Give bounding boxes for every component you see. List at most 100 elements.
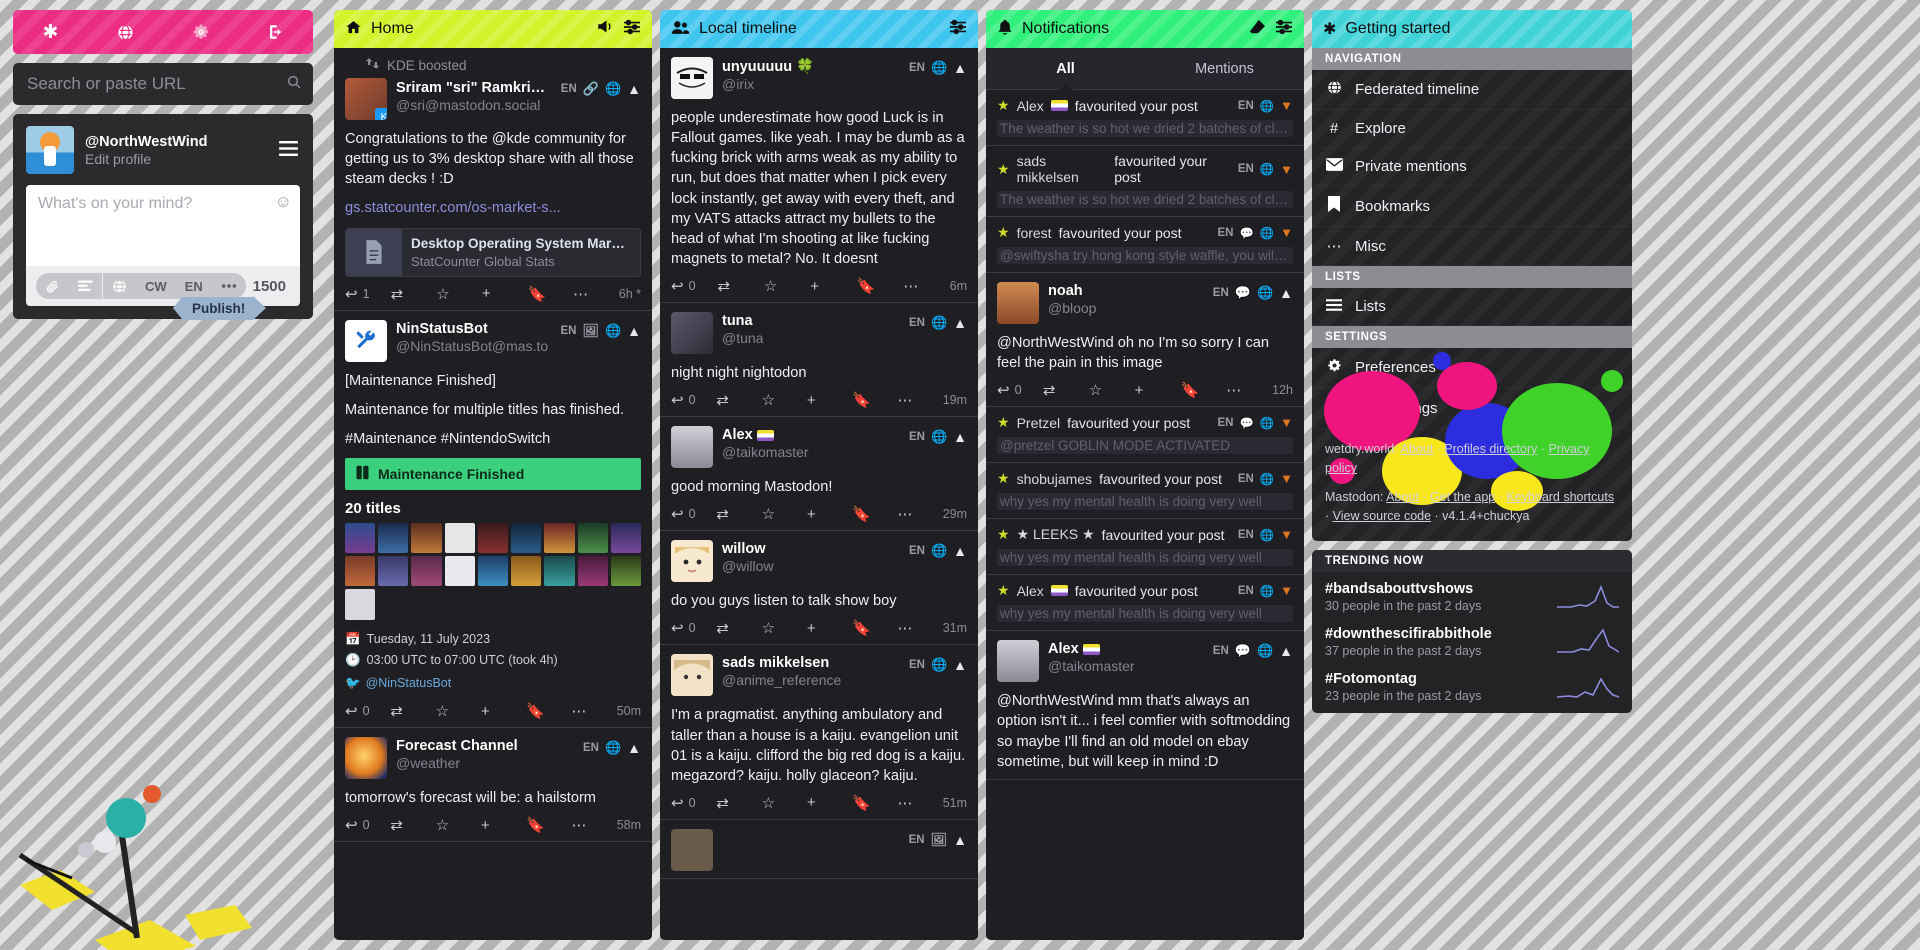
sidebar-item-bookmarks[interactable]: Bookmarks <box>1312 186 1632 227</box>
add-reaction-button[interactable]: + <box>1135 382 1181 399</box>
game-thumb[interactable] <box>577 522 608 554</box>
more-button[interactable]: ⋯ <box>571 816 616 834</box>
add-reaction-button[interactable]: + <box>481 703 526 720</box>
bookmark-button[interactable]: 🔖 <box>526 816 571 834</box>
reply-button[interactable]: ↩ 0 <box>345 816 390 834</box>
collapse-icon[interactable]: ▲ <box>627 323 641 339</box>
sliders-icon[interactable] <box>949 19 967 40</box>
avatar[interactable] <box>345 737 387 780</box>
notification-item[interactable]: ★ Alex favourited your post EN 🌐 ▼ The wea… <box>986 90 1304 146</box>
favourite-button[interactable]: ☆ <box>762 391 807 409</box>
favourite-button[interactable]: ☆ <box>436 702 481 720</box>
game-thumb[interactable] <box>345 556 376 587</box>
game-thumb[interactable] <box>511 556 542 587</box>
boost-button[interactable]: ⇄ <box>390 816 435 834</box>
notification-mention-item[interactable]: Alex @taikomaster EN 💬 🌐 ▲ @NorthWestWin… <box>986 631 1304 780</box>
trending-tag[interactable]: #Fotomontag <box>1325 671 1557 687</box>
game-thumb[interactable] <box>378 522 409 554</box>
boost-button[interactable]: ⇄ <box>390 702 435 720</box>
add-reaction-button[interactable]: + <box>807 620 852 637</box>
footer-link-get-the-app[interactable]: Get the app <box>1430 490 1495 504</box>
notification-item[interactable]: ★ ★ LEEKS ★ favourited your post EN 🌐 ▼ wh… <box>986 519 1304 576</box>
collapse-icon[interactable]: ▲ <box>953 832 967 848</box>
search-input[interactable] <box>13 63 313 105</box>
actor-name[interactable]: sads mikkelsen <box>1017 153 1108 185</box>
add-reaction-button[interactable]: + <box>481 817 526 834</box>
content-warning-button[interactable]: CW <box>136 279 176 294</box>
bookmark-button[interactable]: 🔖 <box>857 277 903 295</box>
column-body-local[interactable]: unyuuuuu 🍀 @irix EN 🌐 ▲ people underesti… <box>660 48 978 940</box>
sidebar-item-private-mentions[interactable]: Private mentions <box>1312 148 1632 186</box>
sidebar-item-federated-timeline[interactable]: Federated timeline <box>1312 70 1632 110</box>
poll-icon[interactable] <box>69 280 102 293</box>
collapse-icon[interactable]: ▲ <box>953 543 967 559</box>
game-thumb[interactable] <box>444 522 475 554</box>
avatar[interactable] <box>671 654 713 697</box>
favourite-button[interactable]: ☆ <box>764 277 810 295</box>
avatar[interactable] <box>671 540 713 583</box>
reply-button[interactable]: ↩ 1 <box>345 285 391 303</box>
compose-tab[interactable]: ✱ <box>31 15 71 49</box>
game-thumb[interactable] <box>345 522 376 554</box>
more-options-icon[interactable] <box>212 283 246 289</box>
favourite-button[interactable]: ☆ <box>762 619 807 637</box>
reply-button[interactable]: ↩ 0 <box>671 619 716 637</box>
sidebar-item-misc[interactable]: ⋯ Misc <box>1312 227 1632 266</box>
expand-icon[interactable]: ▼ <box>1280 98 1293 113</box>
trending-tag[interactable]: #downthescifirabbithole <box>1325 626 1557 642</box>
actor-name[interactable]: ★ LEEKS ★ <box>1017 526 1095 543</box>
footer-link-keyboard-shortcuts[interactable]: Keyboard shortcuts <box>1506 490 1614 504</box>
avatar[interactable] <box>671 426 713 469</box>
avatar[interactable]: K <box>345 78 387 120</box>
paperclip-icon[interactable] <box>36 279 69 294</box>
boost-button[interactable]: ⇄ <box>716 391 761 409</box>
footer-link-about-mastodon[interactable]: About <box>1386 490 1419 504</box>
bookmark-button[interactable]: 🔖 <box>852 505 897 523</box>
game-thumb[interactable] <box>577 556 608 587</box>
boost-button[interactable]: ⇄ <box>391 285 437 303</box>
game-thumb[interactable] <box>411 556 442 587</box>
status-item-partial[interactable]: EN 🖼 ▲ <box>660 820 978 879</box>
expand-icon[interactable]: ▼ <box>1280 527 1293 542</box>
avatar[interactable] <box>671 57 713 99</box>
footer-link-profiles-directory[interactable]: Profiles directory <box>1444 442 1537 456</box>
add-reaction-button[interactable]: + <box>807 794 852 811</box>
notification-item[interactable]: ★ forest favourited your post EN 💬 🌐 ▼ @swi… <box>986 217 1304 273</box>
sidebar-item-explore[interactable]: # Explore <box>1312 110 1632 148</box>
bookmark-button[interactable]: 🔖 <box>526 702 571 720</box>
sliders-icon[interactable] <box>623 19 641 40</box>
language-button[interactable]: EN <box>176 279 212 294</box>
status-link[interactable]: gs.statcounter.com/os-market-s... <box>345 200 561 216</box>
expand-icon[interactable]: ▼ <box>1280 162 1293 177</box>
game-thumb[interactable] <box>511 522 542 554</box>
reply-button[interactable]: ↩ 0 <box>345 702 390 720</box>
footer-link-about[interactable]: About <box>1401 442 1434 456</box>
game-thumb[interactable] <box>544 522 575 554</box>
gears-icon[interactable] <box>181 15 221 49</box>
notification-item[interactable]: ★ shobujames favourited your post EN 🌐 ▼ w… <box>986 463 1304 520</box>
edit-profile-link[interactable]: Edit profile <box>85 151 266 167</box>
more-button[interactable]: ⋯ <box>897 505 942 523</box>
actor-name[interactable]: Pretzel <box>1017 415 1061 431</box>
bookmark-button[interactable]: 🔖 <box>852 619 897 637</box>
status-item[interactable]: willow @willow EN 🌐 ▲ do you guys listen… <box>660 531 978 646</box>
reply-button[interactable]: ↩ 0 <box>671 391 716 409</box>
game-thumb[interactable] <box>345 589 376 620</box>
notification-item[interactable]: ★ Alex favourited your post EN 🌐 ▼ why yes… <box>986 575 1304 632</box>
notification-mention-item[interactable]: noah @bloop EN 💬 🌐 ▲ @NorthWestWind oh n… <box>986 273 1304 408</box>
status-item[interactable]: Alex @taikomaster EN 🌐 ▲ good morning Ma… <box>660 417 978 532</box>
sidebar-item-app-settings[interactable]: App settings <box>1312 388 1632 429</box>
more-button[interactable]: ⋯ <box>573 285 619 303</box>
avatar[interactable] <box>997 640 1039 683</box>
eraser-icon[interactable] <box>1248 19 1266 40</box>
via-handle[interactable]: @NinStatusBot <box>366 673 452 694</box>
expand-icon[interactable]: ▼ <box>1280 225 1293 240</box>
game-thumb[interactable] <box>477 556 509 587</box>
game-thumb[interactable] <box>378 556 409 587</box>
more-button[interactable]: ⋯ <box>571 702 616 720</box>
trending-item[interactable]: #downthescifirabbithole 37 people in the… <box>1312 617 1632 662</box>
column-body-home[interactable]: KDE boosted K Sriram "sri" Ramkrishna - … <box>334 48 652 940</box>
tab-mentions[interactable]: Mentions <box>1145 48 1304 89</box>
bookmark-button[interactable]: 🔖 <box>528 285 574 303</box>
sliders-icon[interactable] <box>1275 19 1293 40</box>
